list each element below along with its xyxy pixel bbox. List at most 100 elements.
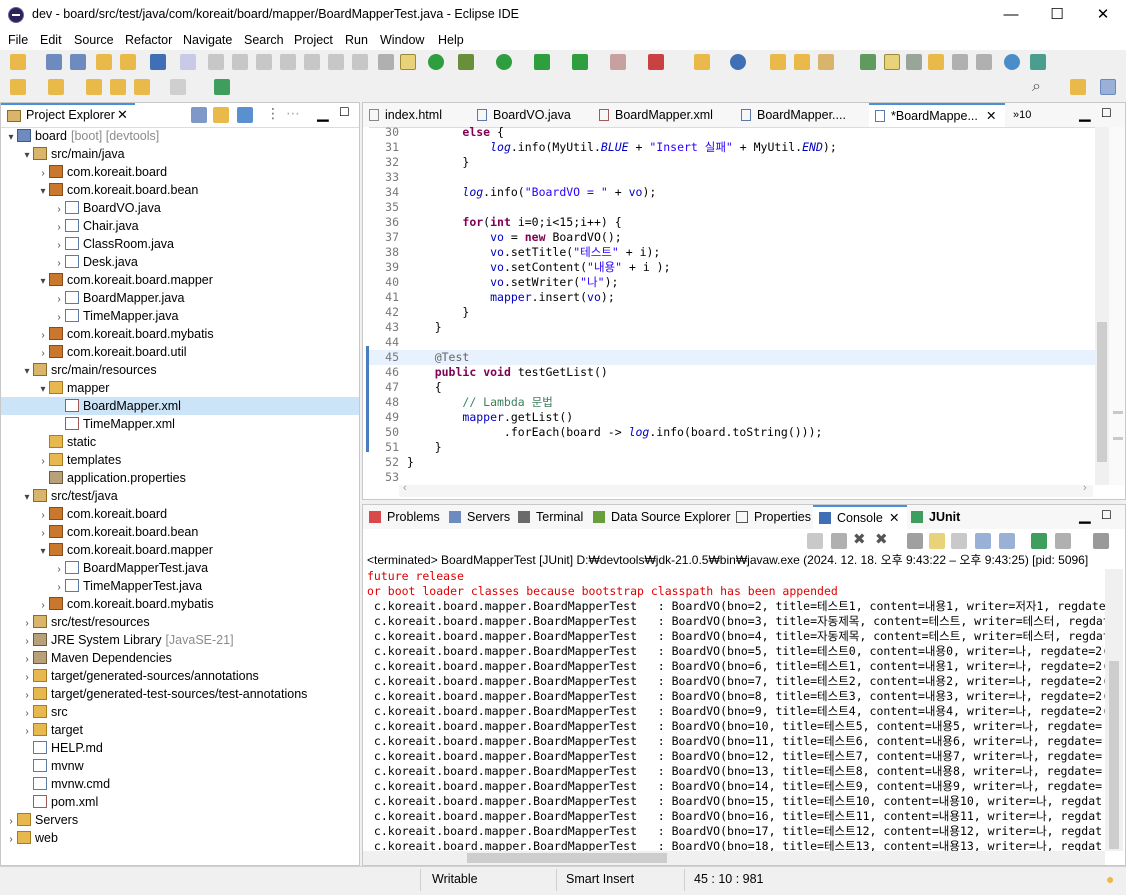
open-perspective-icon[interactable] xyxy=(1070,79,1086,95)
block-select-icon[interactable] xyxy=(952,54,968,70)
more-icon[interactable]: ⋯ xyxy=(286,105,300,122)
tree-item[interactable]: › com.koreait.board.mybatis xyxy=(1,325,359,343)
tree-item[interactable]: › target/generated-sources/annotations xyxy=(1,667,359,685)
menu-help[interactable]: Help xyxy=(438,33,464,47)
tree-item[interactable]: › JRE System Library [JavaSE-21] xyxy=(1,631,359,649)
back-icon[interactable] xyxy=(134,79,150,95)
remove-launch-icon[interactable]: ✖ xyxy=(853,530,866,548)
close-tab-icon[interactable]: ✕ xyxy=(889,507,899,529)
code-area[interactable]: 30 else {31 log.info(MyUtil.BLUE + "Inse… xyxy=(369,125,1095,485)
tree-item[interactable]: pom.xml xyxy=(1,793,359,811)
show-stderr-icon[interactable] xyxy=(999,533,1015,549)
menu-refactor[interactable]: Refactor xyxy=(125,33,172,47)
close-tab-icon[interactable]: ✕ xyxy=(986,105,996,127)
word-wrap-icon[interactable] xyxy=(951,533,967,549)
tree-item[interactable]: › com.koreait.board.mybatis xyxy=(1,595,359,613)
java-perspective-icon[interactable] xyxy=(1100,79,1116,95)
tree-item[interactable]: ▾ com.koreait.board.mapper xyxy=(1,271,359,289)
tab-terminal[interactable]: Terminal xyxy=(518,505,583,529)
coverage-icon[interactable] xyxy=(534,54,550,70)
tree-item[interactable]: ▾ board [boot] [devtools] xyxy=(1,127,359,145)
tab-data-source-explorer[interactable]: Data Source Explorer xyxy=(593,505,731,529)
tab-boardvo-java[interactable]: BoardVO.java xyxy=(477,103,571,127)
prev-edit-icon[interactable] xyxy=(928,54,944,70)
pin-console-icon[interactable] xyxy=(807,533,823,549)
tree-item[interactable]: › web xyxy=(1,829,359,847)
tab-servers[interactable]: Servers xyxy=(449,505,510,529)
console-scroll-thumb[interactable] xyxy=(1109,661,1119,849)
last-edit-icon[interactable] xyxy=(86,79,102,95)
tree-item[interactable]: › BoardVO.java xyxy=(1,199,359,217)
tip-bulb-icon[interactable]: ● xyxy=(1106,871,1114,887)
mark-occurrences-icon[interactable] xyxy=(884,54,900,70)
search-tool-icon[interactable] xyxy=(818,54,834,70)
scroll-left-icon[interactable]: ‹ xyxy=(403,482,407,494)
menu-source[interactable]: Source xyxy=(74,33,114,47)
minimize-view-icon[interactable]: ▁ xyxy=(1079,104,1091,122)
tree-item[interactable]: › TimeMapper.java xyxy=(1,307,359,325)
tree-item[interactable]: › BoardMapperTest.java xyxy=(1,559,359,577)
chevron-down-icon[interactable]: ▾ xyxy=(21,363,33,381)
new-spring-icon[interactable] xyxy=(694,54,710,70)
scroll-right-icon[interactable]: › xyxy=(1083,482,1087,494)
tree-item[interactable]: › target xyxy=(1,721,359,739)
tree-item[interactable]: ▾ com.koreait.board.mapper xyxy=(1,541,359,559)
suspend-icon[interactable] xyxy=(232,54,248,70)
tree-item[interactable]: › templates xyxy=(1,451,359,469)
console-output[interactable]: future release or boot loader classes bec… xyxy=(363,569,1105,851)
console-icon[interactable] xyxy=(150,54,166,70)
remove-all-icon[interactable]: ✖ xyxy=(875,530,888,548)
tab-console[interactable]: Console ✕ xyxy=(813,505,907,529)
skip-breakpoints-icon[interactable] xyxy=(180,54,196,70)
maximize-view-icon[interactable]: ☐ xyxy=(1101,106,1112,120)
chevron-down-icon[interactable]: ▾ xyxy=(21,489,33,507)
maximize-view-icon[interactable]: ☐ xyxy=(339,105,350,119)
close-tab-icon[interactable]: ✕ xyxy=(117,107,128,123)
tree-item[interactable]: ▾ src/main/java xyxy=(1,145,359,163)
new-icon[interactable] xyxy=(10,54,26,70)
console-hscroll-thumb[interactable] xyxy=(467,853,667,863)
power-icon[interactable] xyxy=(428,54,444,70)
chevron-down-icon[interactable]: ▾ xyxy=(37,183,49,201)
menu-search[interactable]: Search xyxy=(244,33,284,47)
forward-icon[interactable] xyxy=(170,79,186,95)
server-icon[interactable] xyxy=(648,54,664,70)
terminate-icon[interactable] xyxy=(831,533,847,549)
filter-icon[interactable] xyxy=(237,107,253,123)
chevron-down-icon[interactable]: ▾ xyxy=(37,381,49,399)
next-annotation-icon[interactable] xyxy=(906,54,922,70)
collapse-all-icon[interactable] xyxy=(191,107,207,123)
tab-boardmapper-xml[interactable]: BoardMapper.xml xyxy=(599,103,713,127)
minimize-view-icon[interactable]: ▁ xyxy=(317,104,329,122)
chevron-right-icon[interactable]: › xyxy=(5,831,17,849)
console-vertical-scrollbar[interactable] xyxy=(1105,569,1123,851)
tab-properties[interactable]: Properties xyxy=(736,505,811,529)
search-icon[interactable]: ⌕ xyxy=(1032,78,1041,96)
scroll-lock-icon[interactable] xyxy=(929,533,945,549)
toggle-annotation-icon[interactable] xyxy=(860,54,876,70)
tree-item[interactable]: ▾ src/main/resources xyxy=(1,361,359,379)
tab-project-explorer[interactable]: Project Explorer ✕ xyxy=(1,103,135,127)
menu-edit[interactable]: Edit xyxy=(40,33,62,47)
chevron-down-icon[interactable]: ▾ xyxy=(5,129,17,147)
save-all-icon[interactable] xyxy=(70,54,86,70)
console-horizontal-scrollbar[interactable] xyxy=(363,851,1105,865)
clear-console-icon[interactable] xyxy=(907,533,923,549)
save-icon[interactable] xyxy=(46,54,62,70)
view-menu-icon[interactable]: ⋮ xyxy=(266,105,280,122)
git-icon[interactable] xyxy=(1030,54,1046,70)
step-into-icon[interactable] xyxy=(304,54,320,70)
chevron-down-icon[interactable]: ▾ xyxy=(37,543,49,561)
tab-boardmappertest-java[interactable]: *BoardMappe... ✕ xyxy=(869,103,1005,127)
tree-item[interactable]: ▾ src/test/java xyxy=(1,487,359,505)
drop-to-frame-icon[interactable] xyxy=(378,54,394,70)
tree-item[interactable]: › Maven Dependencies xyxy=(1,649,359,667)
menu-window[interactable]: Window xyxy=(380,33,424,47)
tree-item[interactable]: mvnw xyxy=(1,757,359,775)
pin-editor-icon[interactable] xyxy=(214,79,230,95)
tree-item[interactable]: BoardMapper.xml xyxy=(1,397,359,415)
tree-item[interactable]: › com.koreait.board xyxy=(1,163,359,181)
tree-item[interactable]: › com.koreait.board.bean xyxy=(1,523,359,541)
tree-item[interactable]: TimeMapper.xml xyxy=(1,415,359,433)
chevron-down-icon[interactable]: ▾ xyxy=(37,273,49,291)
